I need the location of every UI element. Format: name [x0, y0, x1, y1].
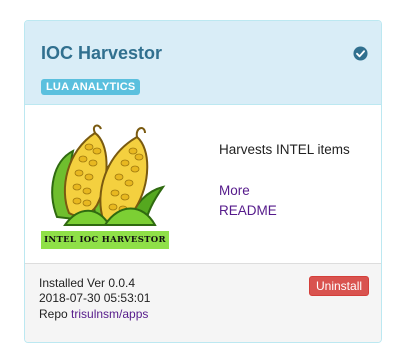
card-body: INTEL IOC HARVESTOR Harvests INTEL items… [25, 105, 381, 263]
more-link[interactable]: More [219, 181, 250, 200]
uninstall-button[interactable]: Uninstall [309, 276, 370, 296]
app-description: Harvests INTEL items [219, 142, 350, 157]
app-card: IOC Harvestor LUA ANALYTICS INTEL IOC HA… [24, 20, 382, 343]
readme-link[interactable]: README [219, 201, 277, 220]
corn-icon [51, 124, 166, 226]
repo-line: Repo trisulnsm/apps [39, 307, 148, 322]
logo-caption: INTEL IOC HARVESTOR [41, 231, 169, 249]
card-footer: Installed Ver 0.0.4 2018-07-30 05:53:01 … [25, 263, 381, 342]
check-circle-icon [353, 46, 368, 61]
app-title: IOC Harvestor [41, 43, 163, 63]
category-badge: LUA ANALYTICS [41, 79, 141, 95]
repo-label: Repo [39, 307, 68, 321]
installed-date: 2018-07-30 05:53:01 [39, 291, 151, 305]
repo-link[interactable]: trisulnsm/apps [71, 307, 148, 321]
card-header: IOC Harvestor LUA ANALYTICS [25, 21, 381, 105]
app-logo: INTEL IOC HARVESTOR [39, 121, 171, 255]
installed-version: Installed Ver 0.0.4 [39, 276, 136, 290]
